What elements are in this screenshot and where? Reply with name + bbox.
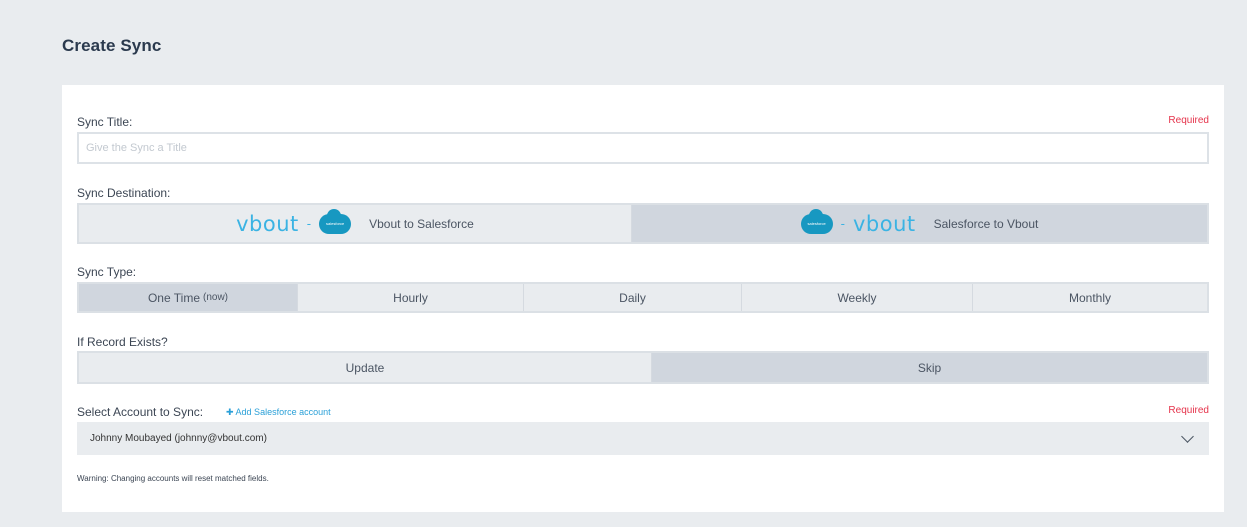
destination-option-label: Salesforce to Vbout xyxy=(933,216,1039,231)
plus-icon: ✚ xyxy=(226,407,236,417)
chevron-down-icon xyxy=(1181,429,1194,443)
record-exists-option-label: Update xyxy=(345,360,385,375)
sync-type-monthly[interactable]: Monthly xyxy=(973,284,1207,311)
destination-vbout-to-salesforce[interactable]: vbout - salesforce Vbout to Salesforce xyxy=(79,205,632,242)
sync-type-option-label: Hourly xyxy=(393,290,428,305)
record-exists-skip[interactable]: Skip xyxy=(652,353,1207,382)
salesforce-cloud-icon: salesforce xyxy=(800,208,833,234)
sync-type-option-label: Weekly xyxy=(837,290,877,305)
sync-type-hourly[interactable]: Hourly xyxy=(298,284,524,311)
account-warning: Warning: Changing accounts will reset ma… xyxy=(77,474,269,483)
sync-type-label: Sync Type: xyxy=(77,265,137,279)
vbout-logo: vbout xyxy=(236,211,299,236)
vbout-logo: vbout xyxy=(852,211,916,236)
account-selected-value: Johnny Moubayed (johnny@vbout.com) xyxy=(90,433,267,444)
sync-title-label: Sync Title: xyxy=(77,115,133,129)
sync-type-one-time[interactable]: One Time (now) xyxy=(79,284,298,311)
record-exists-label: If Record Exists? xyxy=(77,335,168,349)
record-exists-selector: Update Skip xyxy=(77,351,1209,384)
sync-type-daily[interactable]: Daily xyxy=(524,284,742,311)
create-sync-panel: Sync Title: Required Sync Destination: v… xyxy=(62,85,1224,512)
sync-destination-selector: vbout - salesforce Vbout to Salesforce s… xyxy=(77,203,1209,244)
add-salesforce-account-label: Add Salesforce account xyxy=(235,407,331,417)
sync-type-option-label: Monthly xyxy=(1068,290,1112,305)
sync-destination-label: Sync Destination: xyxy=(77,186,171,200)
sync-type-option-suffix: (now) xyxy=(203,292,229,303)
destination-salesforce-to-vbout[interactable]: salesforce - vbout Salesforce to Vbout xyxy=(632,205,1207,242)
sync-type-option-label: One Time xyxy=(147,290,200,305)
page-title: Create Sync xyxy=(62,36,162,55)
add-salesforce-account-link[interactable]: ✚ Add Salesforce account xyxy=(226,407,331,418)
sync-title-input[interactable] xyxy=(77,132,1209,164)
sync-title-required: Required xyxy=(1168,115,1209,126)
record-exists-option-label: Skip xyxy=(917,360,942,375)
salesforce-cloud-icon: salesforce xyxy=(319,208,352,234)
sync-type-weekly[interactable]: Weekly xyxy=(742,284,973,311)
destination-option-label: Vbout to Salesforce xyxy=(369,216,474,231)
account-required: Required xyxy=(1168,405,1209,416)
record-exists-update[interactable]: Update xyxy=(79,353,652,382)
sync-type-selector: One Time (now) Hourly Daily Weekly Monthl… xyxy=(77,282,1209,313)
account-select[interactable]: Johnny Moubayed (johnny@vbout.com) xyxy=(77,422,1209,455)
account-label: Select Account to Sync: xyxy=(77,405,204,419)
sync-type-option-label: Daily xyxy=(619,290,646,305)
